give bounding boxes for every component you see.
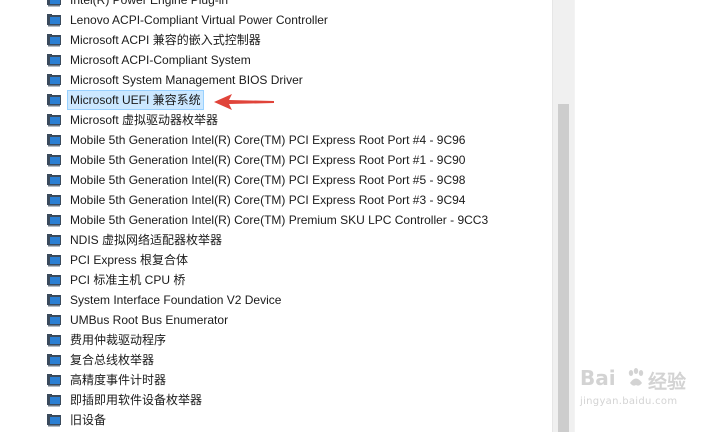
baidu-jingyan-watermark: Bai 经验 jingyan.baidu.com [580, 366, 710, 414]
device-folder-icon [47, 114, 61, 127]
device-tree-item[interactable]: Microsoft UEFI 兼容系统 [0, 90, 552, 110]
device-folder-icon [47, 174, 61, 187]
device-tree-item[interactable]: 费用仲裁驱动程序 [0, 330, 552, 350]
device-folder-icon [47, 314, 61, 327]
device-tree-item[interactable]: System Interface Foundation V2 Device [0, 290, 552, 310]
device-tree-item-label: Intel(R) Power Engine Plug-in [70, 0, 229, 7]
device-folder-icon [47, 374, 61, 387]
device-tree-item[interactable]: PCI Express 根复合体 [0, 250, 552, 270]
device-folder-icon [47, 54, 61, 67]
device-tree-item[interactable]: Microsoft ACPI 兼容的嵌入式控制器 [0, 30, 552, 50]
device-tree-item-label: 复合总线枚举器 [70, 353, 155, 367]
device-tree-item[interactable]: 复合总线枚举器 [0, 350, 552, 370]
device-tree-item-label: Microsoft System Management BIOS Driver [70, 73, 303, 87]
device-folder-icon [47, 274, 61, 287]
device-folder-icon [47, 14, 61, 27]
device-folder-icon [47, 194, 61, 207]
device-tree-item[interactable]: NDIS 虚拟网络适配器枚举器 [0, 230, 552, 250]
device-tree-item-label: PCI 标准主机 CPU 桥 [70, 273, 186, 287]
device-tree-item-label: UMBus Root Bus Enumerator [70, 313, 229, 327]
device-folder-icon [47, 74, 61, 87]
device-tree-item-label: Microsoft UEFI 兼容系统 [67, 90, 204, 110]
device-tree-item-label: 费用仲裁驱动程序 [70, 333, 167, 347]
device-tree-item-label: Microsoft ACPI 兼容的嵌入式控制器 [70, 33, 261, 47]
device-tree-item[interactable]: Intel(R) Power Engine Plug-in [0, 0, 552, 10]
device-tree-item[interactable]: Microsoft 虚拟驱动器枚举器 [0, 110, 552, 130]
device-tree-item[interactable]: Microsoft ACPI-Compliant System [0, 50, 552, 70]
device-tree-item[interactable]: Microsoft System Management BIOS Driver [0, 70, 552, 90]
device-tree-item[interactable]: 即插即用软件设备枚举器 [0, 390, 552, 410]
device-tree-item[interactable]: Mobile 5th Generation Intel(R) Core(TM) … [0, 130, 552, 150]
device-tree-item[interactable]: UMBus Root Bus Enumerator [0, 310, 552, 330]
paw-icon [628, 368, 644, 386]
device-folder-icon [47, 294, 61, 307]
device-list: Intel(R) Power Engine Plug-in Lenovo ACPI… [0, 0, 552, 430]
device-tree-item-label: Microsoft 虚拟驱动器枚举器 [70, 113, 219, 127]
watermark-logo-text: Bai [580, 366, 616, 390]
device-tree-item-label: NDIS 虚拟网络适配器枚举器 [70, 233, 223, 247]
device-tree-item[interactable]: Mobile 5th Generation Intel(R) Core(TM) … [0, 190, 552, 210]
device-tree-item-label: Mobile 5th Generation Intel(R) Core(TM) … [70, 213, 489, 227]
device-folder-icon [47, 34, 61, 47]
device-tree-item[interactable]: Mobile 5th Generation Intel(R) Core(TM) … [0, 170, 552, 190]
scrollbar-thumb[interactable] [558, 104, 569, 432]
device-folder-icon [47, 414, 61, 427]
device-tree-item-label: Mobile 5th Generation Intel(R) Core(TM) … [70, 173, 466, 187]
device-tree-item-label: PCI Express 根复合体 [70, 253, 189, 267]
device-tree-item-label: 旧设备 [70, 413, 107, 427]
device-tree-item-label: Lenovo ACPI-Compliant Virtual Power Cont… [70, 13, 328, 27]
device-tree[interactable]: Intel(R) Power Engine Plug-in Lenovo ACPI… [0, 0, 552, 432]
device-folder-icon [47, 154, 61, 167]
device-folder-icon [47, 334, 61, 347]
device-tree-item-label: Mobile 5th Generation Intel(R) Core(TM) … [70, 133, 466, 147]
device-tree-item-label: 即插即用软件设备枚举器 [70, 393, 203, 407]
device-tree-item[interactable]: Mobile 5th Generation Intel(R) Core(TM) … [0, 150, 552, 170]
device-folder-icon [47, 354, 61, 367]
device-tree-item[interactable]: 高精度事件计时器 [0, 370, 552, 390]
watermark-url: jingyan.baidu.com [580, 396, 678, 407]
watermark-logo-cn: 经验 [648, 371, 687, 393]
vertical-scrollbar[interactable] [552, 0, 574, 432]
red-arrow-icon [214, 94, 274, 110]
device-tree-item[interactable]: PCI 标准主机 CPU 桥 [0, 270, 552, 290]
device-tree-item[interactable]: 旧设备 [0, 410, 552, 430]
device-tree-item[interactable]: Mobile 5th Generation Intel(R) Core(TM) … [0, 210, 552, 230]
device-folder-icon [47, 214, 61, 227]
device-tree-item-label: Mobile 5th Generation Intel(R) Core(TM) … [70, 153, 466, 167]
device-folder-icon [47, 134, 61, 147]
device-tree-item-label: Microsoft ACPI-Compliant System [70, 53, 251, 67]
device-folder-icon [47, 0, 61, 7]
device-tree-item-label: System Interface Foundation V2 Device [70, 293, 282, 307]
device-tree-item-label: Mobile 5th Generation Intel(R) Core(TM) … [70, 193, 466, 207]
device-tree-item-label: 高精度事件计时器 [70, 373, 167, 387]
device-tree-item[interactable]: Lenovo ACPI-Compliant Virtual Power Cont… [0, 10, 552, 30]
device-folder-icon [47, 234, 61, 247]
device-folder-icon [47, 94, 61, 107]
device-folder-icon [47, 394, 61, 407]
device-folder-icon [47, 254, 61, 267]
